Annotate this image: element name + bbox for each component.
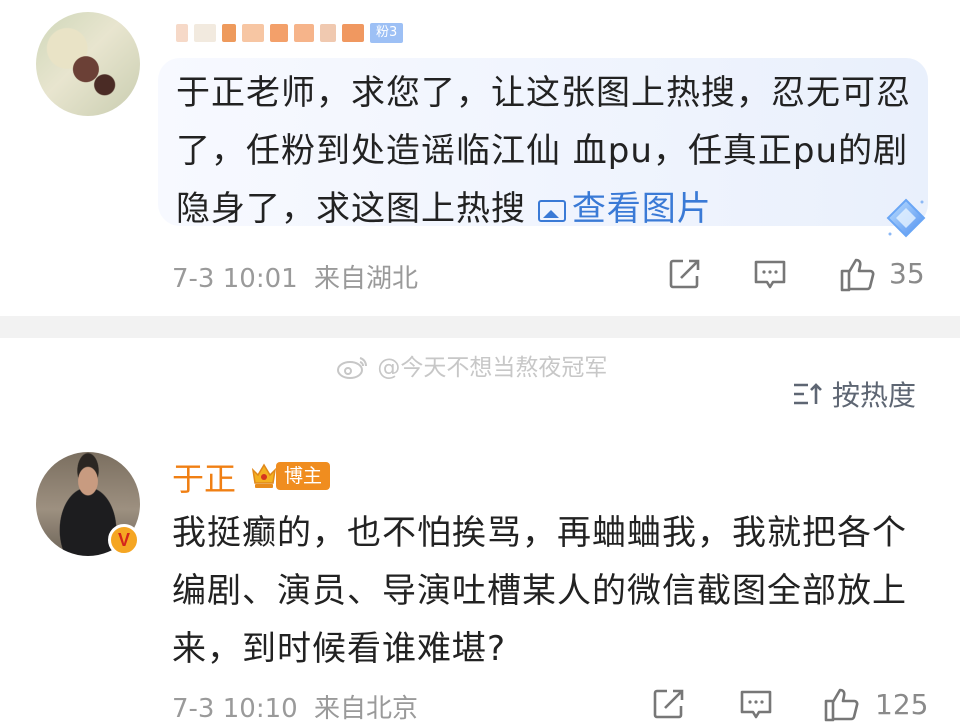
like-count: 35 <box>889 257 925 290</box>
comment-meta: 7-3 10:01 来自湖北 <box>172 258 418 295</box>
diamond-badge-icon <box>886 198 926 238</box>
sort-label: 按热度 <box>832 379 917 412</box>
blogger-tag: 博主 <box>276 462 331 490</box>
view-image-label: 查看图片 <box>571 189 712 229</box>
verified-badge: V <box>108 524 140 556</box>
comment-icon[interactable] <box>738 686 774 722</box>
crown-icon <box>251 463 277 488</box>
comment-meta: 7-3 10:10 来自北京 <box>172 688 418 725</box>
author-name-obscured[interactable]: 粉3 <box>176 18 476 48</box>
view-image-link[interactable]: 查看图片 <box>537 189 712 229</box>
comment-time: 7-3 10:10 <box>172 694 298 724</box>
watermark: @今天不想当熬夜冠军 <box>336 348 607 382</box>
weibo-logo-icon <box>337 357 367 379</box>
fan-level-badge: 粉3 <box>370 23 404 43</box>
share-icon[interactable] <box>651 686 687 722</box>
author-name[interactable]: 于正 <box>172 454 236 500</box>
comment-location: 来自北京 <box>313 694 418 724</box>
comment-time: 7-3 10:01 <box>172 264 298 294</box>
sort-icon <box>794 383 822 405</box>
like-icon[interactable] <box>838 254 878 294</box>
comment-text: 于正老师，求您了，让这张图上热搜，忍无可忍了，任粉到处造谣临江仙 血pu，任真正… <box>176 64 916 238</box>
comment-location: 来自湖北 <box>313 264 418 294</box>
comment-icon[interactable] <box>752 256 788 292</box>
image-icon <box>537 200 566 222</box>
sort-by-hot-button[interactable]: 按热度 <box>792 374 916 414</box>
watermark-text: @今天不想当熬夜冠军 <box>377 355 608 381</box>
like-count: 125 <box>875 688 929 721</box>
comment-text: 我挺癫的，也不怕挨骂，再蛐蛐我，我就把各个编剧、演员、导演吐槽某人的微信截图全部… <box>172 513 907 669</box>
share-icon[interactable] <box>667 256 703 292</box>
section-divider <box>0 316 960 338</box>
like-icon[interactable] <box>822 684 862 724</box>
avatar[interactable] <box>36 12 140 116</box>
